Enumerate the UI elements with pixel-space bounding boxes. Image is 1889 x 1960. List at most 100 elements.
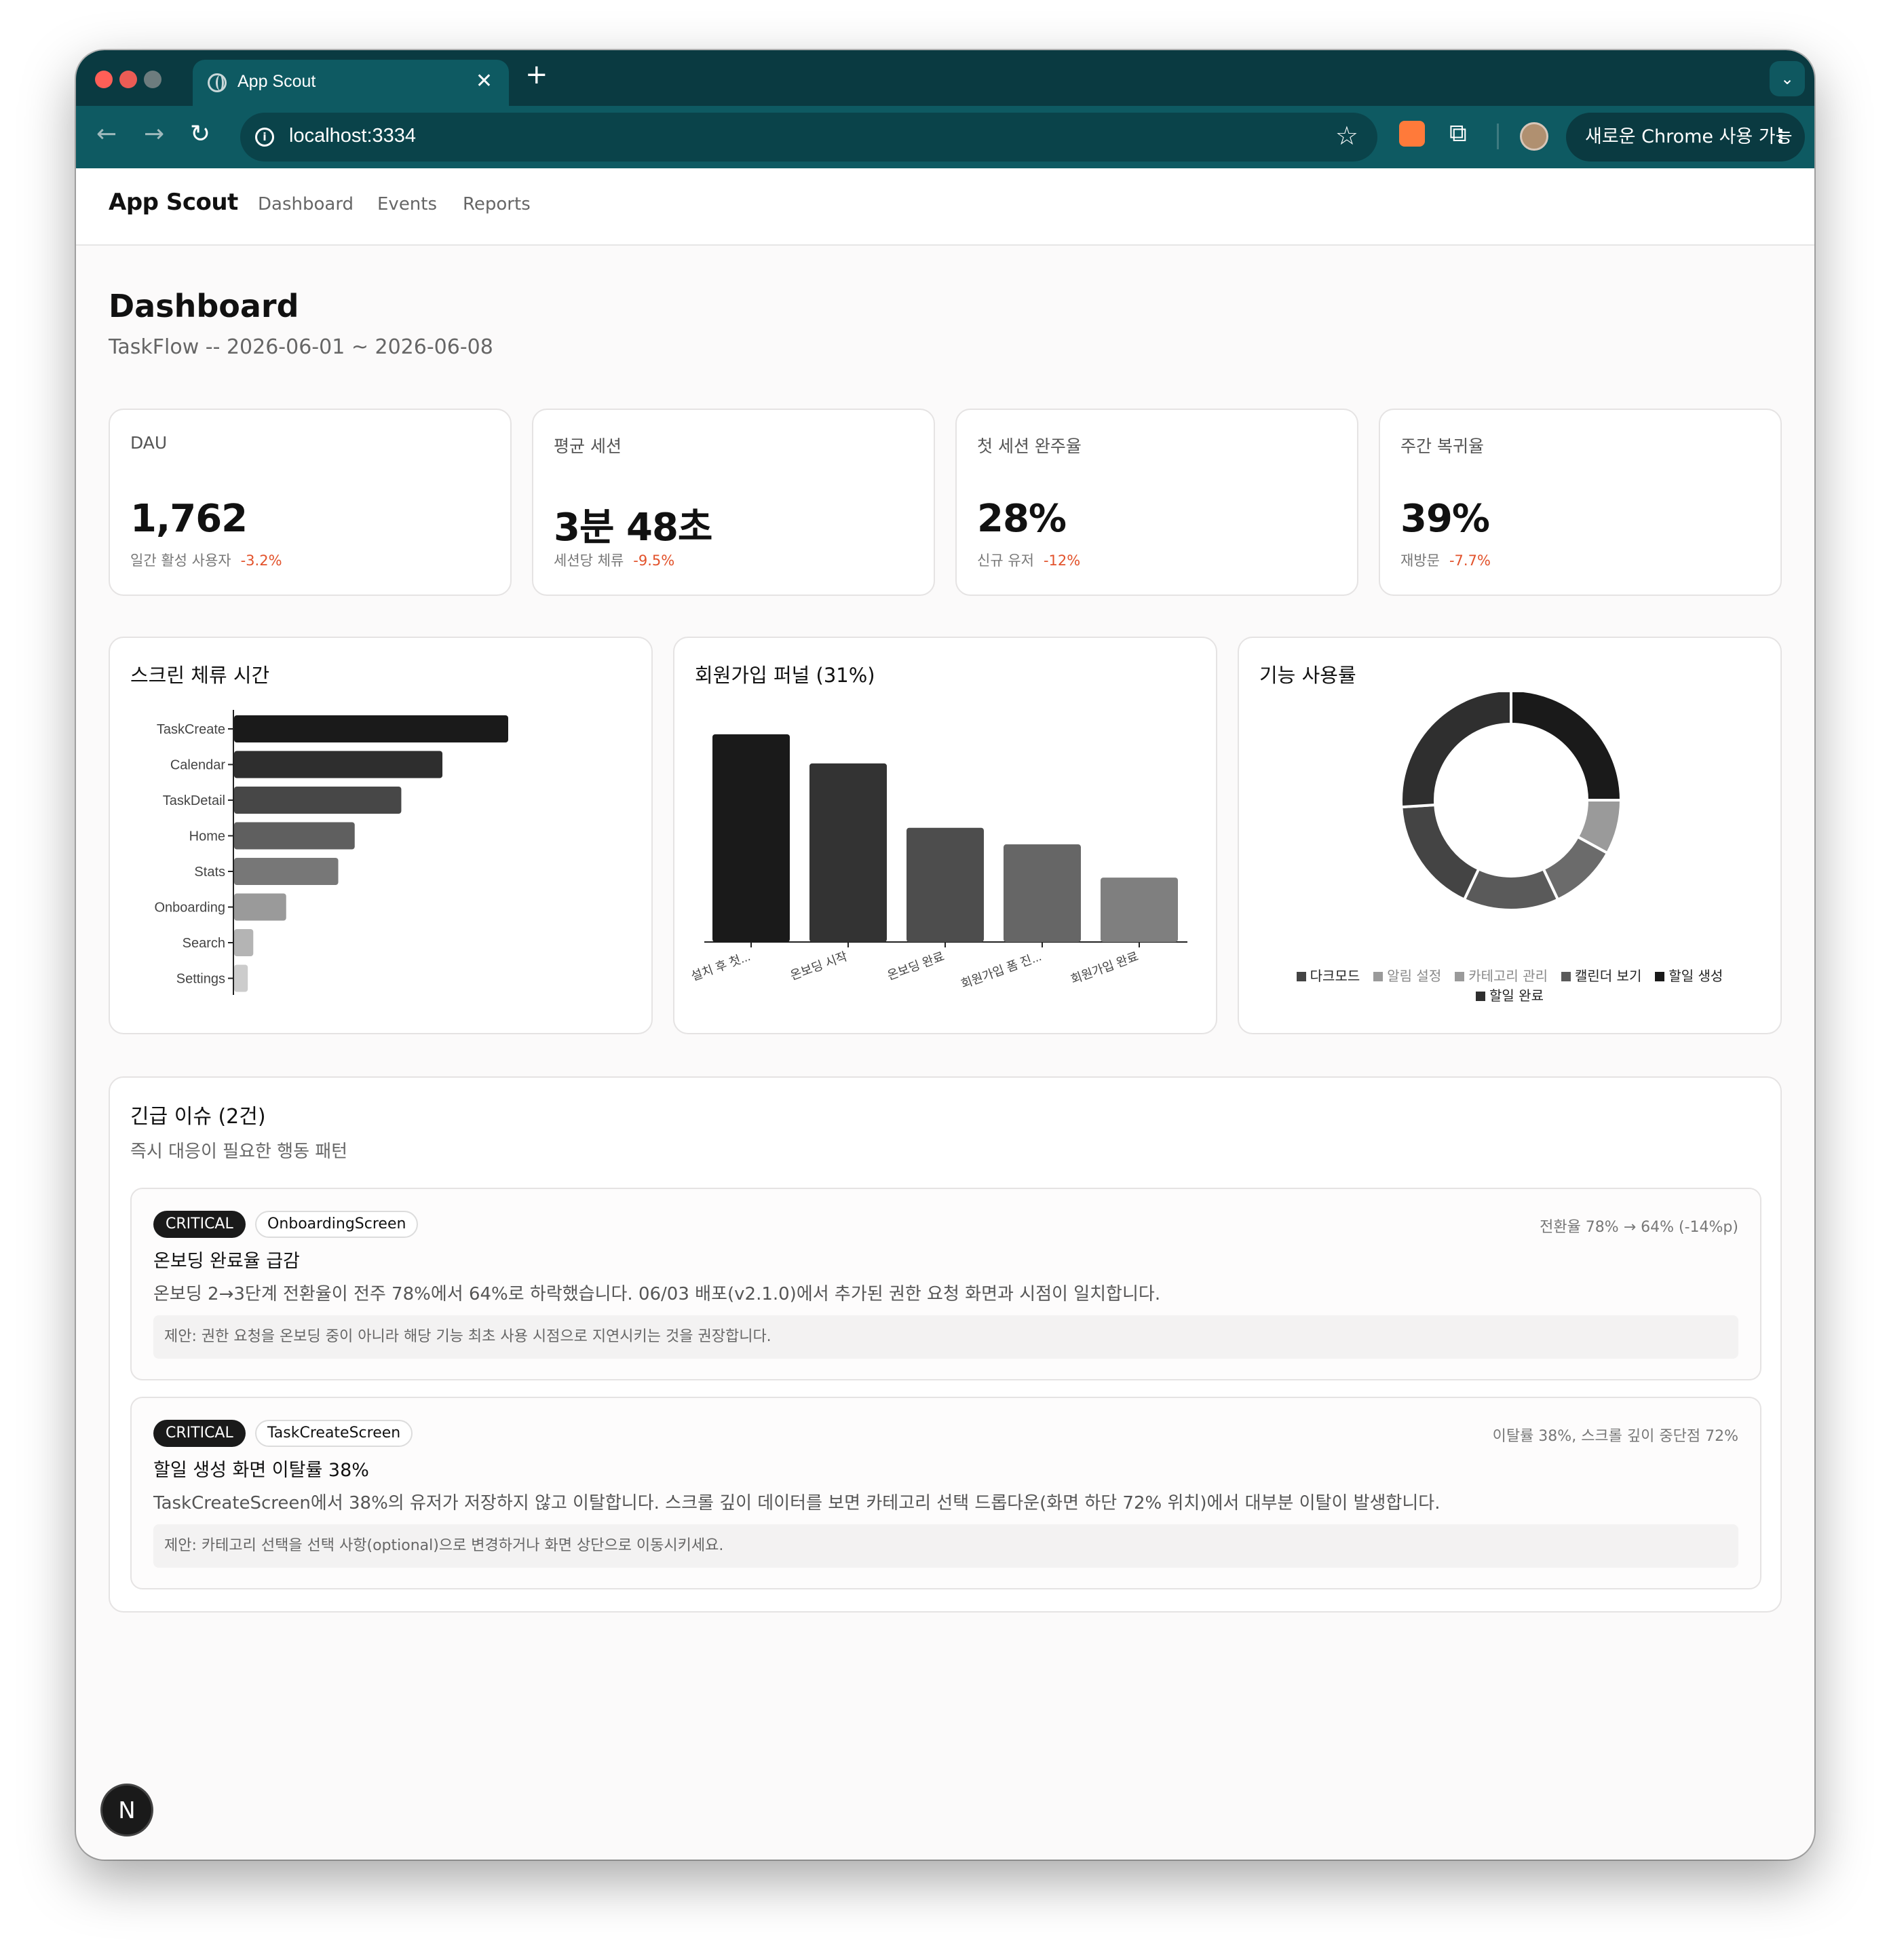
severity-badge: CRITICAL: [153, 1211, 246, 1238]
legend-label: 캘린더 보기: [1575, 968, 1642, 984]
kpi-caption: 신규 유저 -12%: [977, 550, 1080, 570]
tick-label: Stats: [194, 865, 225, 880]
legend-item[interactable]: 다크모드: [1296, 965, 1360, 985]
app-logo[interactable]: App Scout: [109, 189, 238, 216]
bar[interactable]: [907, 827, 984, 942]
close-window-button[interactable]: [95, 71, 113, 88]
tick-label: TaskCreate: [157, 722, 225, 737]
nextjs-dev-badge[interactable]: N: [100, 1784, 153, 1836]
tick-label: Search: [183, 936, 225, 951]
kpi-value: 39%: [1400, 497, 1490, 541]
chart-legend: 다크모드 알림 설정 카테고리 관리 캘린더 보기 할일 생성할일 완료: [1239, 965, 1780, 1004]
profile-avatar[interactable]: [1520, 122, 1548, 151]
kpi-caption: 일간 활성 사용자 -3.2%: [130, 550, 282, 570]
legend-swatch: [1373, 972, 1384, 981]
donut-slice[interactable]: [1400, 803, 1481, 902]
kpi-label: 첫 세션 완주율: [977, 436, 1082, 456]
new-tab-button[interactable]: +: [525, 61, 548, 88]
url-text[interactable]: localhost:3334: [289, 125, 416, 147]
bar[interactable]: [234, 822, 355, 850]
chrome-update-button[interactable]: 새로운 Chrome 사용 가능 ⋮: [1566, 113, 1805, 162]
globe-icon: [208, 73, 227, 92]
bar[interactable]: [712, 734, 790, 942]
legend-swatch: [1561, 972, 1571, 981]
bookmark-star-icon[interactable]: ☆: [1335, 121, 1358, 151]
bar[interactable]: [234, 787, 402, 814]
minimize-window-button[interactable]: [119, 71, 137, 88]
tick-label: Home: [189, 829, 225, 844]
toolbar-divider: [1497, 124, 1499, 149]
kpi-delta: -7.7%: [1449, 552, 1491, 569]
chart-title: 기능 사용률: [1259, 664, 1356, 687]
donut-slice[interactable]: [1462, 867, 1560, 911]
bar[interactable]: [234, 893, 286, 921]
legend-item[interactable]: 할일 생성: [1655, 965, 1723, 985]
chart-title: 스크린 체류 시간: [130, 664, 270, 687]
close-tab-icon[interactable]: ✕: [476, 69, 493, 93]
issues-title: 긴급 이슈 (2건): [130, 1105, 266, 1129]
bar[interactable]: [1004, 844, 1081, 942]
issue-title: 할일 생성 화면 이탈률 38%: [153, 1460, 369, 1481]
donut-slice[interactable]: [1400, 692, 1512, 809]
kpi-card-retention: 주간 복귀율 39% 재방문 -7.7%: [1379, 409, 1782, 596]
bar[interactable]: [234, 751, 443, 778]
legend-label: 할일 생성: [1668, 968, 1723, 984]
tab-search-button[interactable]: ⌄: [1770, 61, 1805, 96]
kpi-caption-text: 재방문: [1400, 552, 1440, 569]
page-title: Dashboard: [109, 288, 299, 324]
issue-card[interactable]: CRITICAL OnboardingScreen 전환율 78% → 64% …: [130, 1188, 1761, 1380]
donut-slice[interactable]: [1510, 692, 1623, 802]
kpi-card-dau: DAU 1,762 일간 활성 사용자 -3.2%: [109, 409, 512, 596]
legend-item[interactable]: 알림 설정: [1373, 965, 1441, 985]
bar[interactable]: [234, 929, 254, 956]
tick-label: Settings: [176, 972, 225, 987]
maximize-window-button[interactable]: [144, 71, 161, 88]
issue-suggestion: 제안: 권한 요청을 온보딩 중이 아니라 해당 기능 최초 사용 시점으로 지…: [153, 1315, 1738, 1359]
issue-suggestion: 제안: 카테고리 선택을 선택 사항(optional)으로 변경하거나 화면 …: [153, 1524, 1738, 1568]
tick-label: 회원가입 완료: [1069, 949, 1140, 986]
tick-label: 설치 후 첫...: [689, 949, 752, 983]
tick-label: 온보딩 완료: [885, 949, 946, 983]
forward-arrow-icon[interactable]: →: [144, 122, 164, 147]
chart-card-feature-usage: 기능 사용률 다크모드 알림 설정 카테고리 관리 캘린더 보기 할일 생성할일 완료: [1238, 637, 1782, 1034]
site-info-icon[interactable]: i: [255, 128, 274, 147]
extensions-puzzle-icon[interactable]: ⧉: [1449, 119, 1467, 148]
legend-item[interactable]: 카테고리 관리: [1455, 965, 1548, 985]
tab-title: App Scout: [237, 72, 316, 91]
browser-titlebar: App Scout ✕ + ⌄: [76, 50, 1814, 106]
bar[interactable]: [809, 763, 887, 942]
urgent-issues-card: 긴급 이슈 (2건) 즉시 대응이 필요한 행동 패턴 CRITICAL Onb…: [109, 1076, 1782, 1613]
legend-label: 할일 완료: [1489, 987, 1544, 1004]
issue-card[interactable]: CRITICAL TaskCreateScreen 이탈률 38%, 스크롤 깊…: [130, 1397, 1761, 1589]
screen-time-bar-chart: TaskCreate Calendar TaskDetail Home Stats Onb…: [154, 710, 508, 995]
legend-label: 카테고리 관리: [1468, 968, 1548, 984]
nav-dashboard[interactable]: Dashboard: [258, 194, 354, 214]
address-bar[interactable]: i localhost:3334 ☆: [240, 113, 1377, 162]
nav-events[interactable]: Events: [377, 194, 437, 214]
kpi-value: 28%: [977, 497, 1067, 541]
chart-title: 회원가입 퍼널 (31%): [695, 664, 875, 687]
reload-icon[interactable]: ↻: [190, 122, 210, 147]
more-menu-icon[interactable]: ⋮: [1772, 113, 1790, 162]
legend-item[interactable]: 캘린더 보기: [1561, 965, 1641, 985]
severity-badge: CRITICAL: [153, 1420, 246, 1447]
kpi-caption-text: 일간 활성 사용자: [130, 552, 231, 569]
kpi-value: 1,762: [130, 497, 248, 541]
legend-label: 다크모드: [1310, 968, 1360, 984]
bar[interactable]: [234, 858, 339, 885]
tick-label: TaskDetail: [163, 793, 225, 808]
screen-badge: OnboardingScreen: [255, 1211, 419, 1238]
browser-tab[interactable]: App Scout ✕: [193, 60, 509, 106]
legend-item[interactable]: 할일 완료: [1476, 985, 1544, 1004]
tick-label: Onboarding: [154, 901, 225, 916]
kpi-card-session: 평균 세션 3분 48초 세션당 체류 -9.5%: [532, 409, 935, 596]
bar[interactable]: [234, 964, 248, 992]
legend-label: 알림 설정: [1387, 968, 1442, 984]
bar[interactable]: [1101, 878, 1178, 942]
nav-reports[interactable]: Reports: [463, 194, 531, 214]
back-arrow-icon[interactable]: ←: [96, 122, 117, 147]
extension-fox-icon[interactable]: [1399, 121, 1425, 147]
kpi-label: DAU: [130, 433, 168, 453]
legend-swatch: [1455, 972, 1465, 981]
bar[interactable]: [234, 715, 508, 742]
